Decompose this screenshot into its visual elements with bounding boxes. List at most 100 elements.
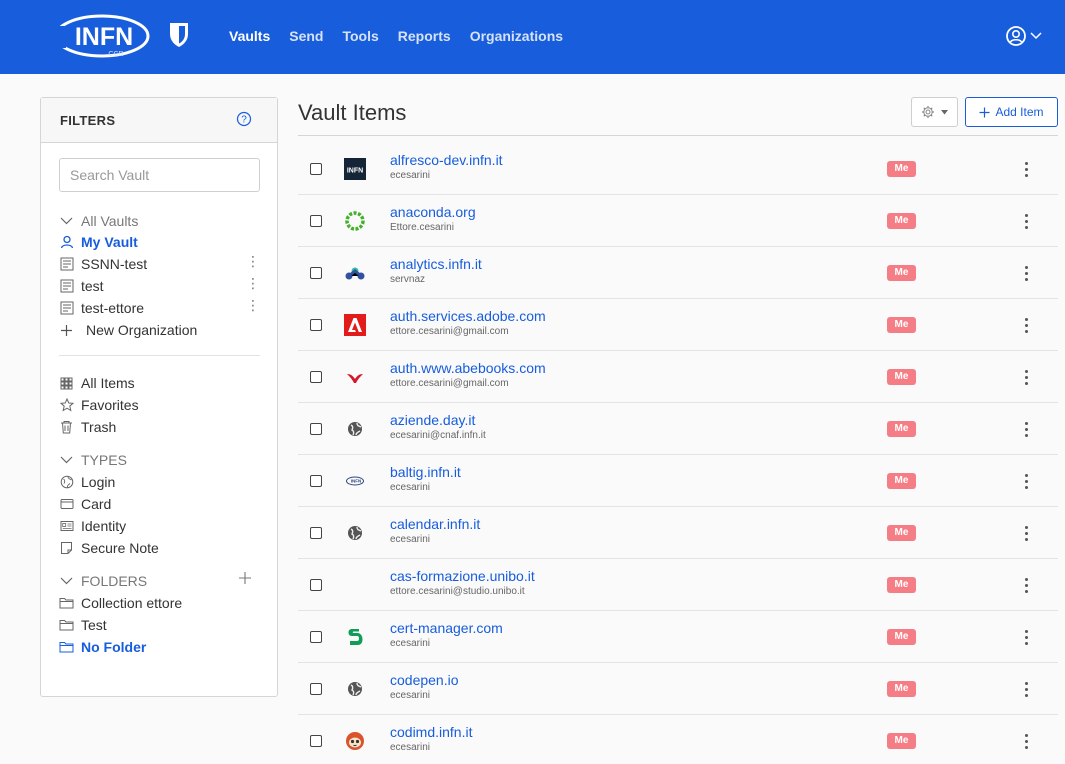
folder-icon [59, 618, 74, 633]
item-name-link[interactable]: aziende.day.it [390, 412, 475, 429]
row-options-icon[interactable] [1018, 677, 1034, 701]
select-checkbox[interactable] [310, 527, 322, 539]
nav-reports[interactable]: Reports [398, 27, 451, 45]
vault-item-row[interactable]: INFN alfresco-dev.infn.it ecesarini Me [298, 143, 1058, 195]
select-checkbox[interactable] [310, 423, 322, 435]
item-name-link[interactable]: cert-manager.com [390, 620, 503, 637]
add-item-button[interactable]: Add Item [965, 97, 1058, 127]
select-checkbox[interactable] [310, 319, 322, 331]
owner-badge: Me [887, 369, 916, 385]
vault-item-row[interactable]: auth.services.adobe.com ettore.cesarini@… [298, 299, 1058, 351]
type-secure-note[interactable]: Secure Note [59, 538, 159, 558]
row-options-icon[interactable] [1018, 157, 1034, 181]
row-options-icon[interactable] [1018, 573, 1034, 597]
type-identity[interactable]: Identity [59, 516, 126, 536]
row-options-icon[interactable] [1018, 625, 1034, 649]
nav-organizations[interactable]: Organizations [470, 27, 563, 45]
select-checkbox[interactable] [310, 683, 322, 695]
filter-trash[interactable]: Trash [59, 417, 116, 437]
item-name-link[interactable]: alfresco-dev.infn.it [390, 152, 503, 169]
org-options-icon[interactable]: ⋮ [246, 299, 260, 313]
row-options-icon[interactable] [1018, 729, 1034, 753]
vault-item-row[interactable]: anaconda.org Ettore.cesarini Me [298, 195, 1058, 247]
filter-favorites[interactable]: Favorites [59, 395, 139, 415]
item-name-link[interactable]: cas-formazione.unibo.it [390, 568, 535, 585]
item-name-link[interactable]: codepen.io [390, 672, 459, 689]
select-checkbox[interactable] [310, 735, 322, 747]
nav-send[interactable]: Send [289, 27, 323, 45]
org-options-icon[interactable]: ⋮ [246, 255, 260, 269]
vault-item-row[interactable]: analytics.infn.it servnaz Me [298, 247, 1058, 299]
item-name-link[interactable]: auth.www.abebooks.com [390, 360, 546, 377]
vault-item-row[interactable]: INFN baltig.infn.it ecesarini Me [298, 455, 1058, 507]
bulk-actions-button[interactable] [911, 97, 958, 127]
types-label: TYPES [81, 452, 127, 468]
owner-badge: Me [887, 473, 916, 489]
folder-test[interactable]: Test [59, 615, 107, 635]
vault-item-row[interactable]: cert-manager.com ecesarini Me [298, 611, 1058, 663]
infn-logo[interactable]: INFN CCR [52, 12, 152, 60]
types-toggle[interactable]: TYPES [59, 450, 127, 470]
gear-icon [922, 106, 934, 118]
help-icon[interactable]: ? [236, 111, 252, 127]
folder-collection-ettore[interactable]: Collection ettore [59, 593, 182, 613]
owner-badge: Me [887, 421, 916, 437]
globe-favicon-icon [344, 522, 366, 544]
org-options-icon[interactable]: ⋮ [246, 277, 260, 291]
account-menu[interactable] [1005, 25, 1042, 47]
item-username: ecesarini [390, 534, 431, 545]
type-login[interactable]: Login [59, 472, 115, 492]
vault-item-row[interactable]: codimd.infn.it ecesarini Me [298, 715, 1058, 764]
owner-badge: Me [887, 161, 916, 177]
codimd-favicon-icon [344, 730, 366, 752]
vault-item-row[interactable]: aziende.day.it ecesarini@cnaf.infn.it Me [298, 403, 1058, 455]
search-vault-input[interactable]: Search Vault [59, 158, 260, 192]
id-card-icon [59, 519, 74, 534]
row-options-icon[interactable] [1018, 313, 1034, 337]
type-card[interactable]: Card [59, 494, 111, 514]
nav-vaults[interactable]: Vaults [229, 27, 270, 45]
folder-no-folder[interactable]: No Folder [59, 637, 146, 657]
vault-my-vault[interactable]: My Vault [59, 232, 138, 252]
row-options-icon[interactable] [1018, 365, 1034, 389]
vault-item-row[interactable]: cas-formazione.unibo.it ettore.cesarini@… [298, 559, 1058, 611]
vault-ssnn-test[interactable]: SSNN-test [59, 254, 147, 274]
item-name-link[interactable]: auth.services.adobe.com [390, 308, 546, 325]
bitwarden-shield-icon[interactable] [169, 22, 189, 52]
vault-item-row[interactable]: auth.www.abebooks.com ettore.cesarini@gm… [298, 351, 1058, 403]
item-name-link[interactable]: calendar.infn.it [390, 516, 480, 533]
filter-all-items[interactable]: All Items [59, 373, 135, 393]
add-folder-icon[interactable] [238, 571, 252, 589]
select-checkbox[interactable] [310, 163, 322, 175]
nav-tools[interactable]: Tools [342, 27, 378, 45]
filters-header: FILTERS ? [41, 98, 277, 143]
item-username: ecesarini [390, 638, 431, 649]
item-name-link[interactable]: codimd.infn.it [390, 724, 472, 741]
row-options-icon[interactable] [1018, 261, 1034, 285]
new-organization-link[interactable]: New Organization [59, 320, 197, 340]
select-checkbox[interactable] [310, 475, 322, 487]
owner-badge: Me [887, 213, 916, 229]
select-checkbox[interactable] [310, 215, 322, 227]
select-checkbox[interactable] [310, 631, 322, 643]
item-name-link[interactable]: baltig.infn.it [390, 464, 461, 481]
all-vaults-toggle[interactable]: All Vaults [59, 211, 138, 231]
vault-test[interactable]: test [59, 276, 104, 296]
item-name-link[interactable]: analytics.infn.it [390, 256, 482, 273]
vault-test-ettore[interactable]: test-ettore [59, 298, 144, 318]
select-checkbox[interactable] [310, 267, 322, 279]
vault-label: SSNN-test [81, 256, 148, 272]
row-options-icon[interactable] [1018, 469, 1034, 493]
select-checkbox[interactable] [310, 371, 322, 383]
item-name-link[interactable]: anaconda.org [390, 204, 476, 221]
row-options-icon[interactable] [1018, 417, 1034, 441]
vault-item-row[interactable]: calendar.infn.it ecesarini Me [298, 507, 1058, 559]
row-options-icon[interactable] [1018, 209, 1034, 233]
item-username: ecesarini [390, 690, 431, 701]
row-options-icon[interactable] [1018, 521, 1034, 545]
select-checkbox[interactable] [310, 579, 322, 591]
folders-toggle[interactable]: FOLDERS [59, 571, 147, 591]
owner-badge: Me [887, 629, 916, 645]
new-organization-label: New Organization [86, 322, 198, 338]
vault-item-row[interactable]: codepen.io ecesarini Me [298, 663, 1058, 715]
